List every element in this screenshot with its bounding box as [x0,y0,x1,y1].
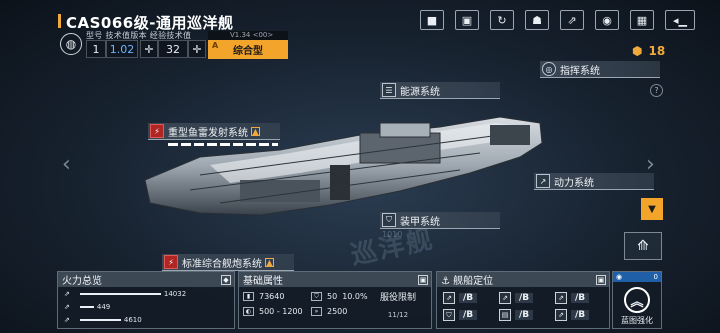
top-toolbar: ■ ▣ ↻ ☗ ⇗ ◉ ▦ ◂▁ [420,10,695,30]
ship-icon: ⚓ [441,276,454,287]
tech-version: 1.02 [106,40,138,58]
prev-arrow-icon[interactable]: ‹ [62,152,71,177]
position-cell: ⇗/B [443,292,499,304]
positioning-panel[interactable]: ⚓ 舰船定位 ▣ ⇗/B ⇗/B ⇗/B ⛉/B ▤/B ⇗/B [436,271,610,329]
attr-speed: » 2500 [311,307,377,316]
ship-type: 综合型 [233,46,263,57]
position-cell: ⇗/B [499,292,555,304]
role-icon: ▤ [499,309,511,321]
hp-icon: ▮ [243,292,254,301]
coin-icon: ⬢ [632,44,643,58]
weapon-icon: ⇗ [64,315,70,324]
expand-icon[interactable]: ▣ [418,274,428,285]
attr-shield: ⛉ 50 10.0% [311,292,377,301]
attr-hp: ▮ 73640 [243,292,311,301]
system-power[interactable]: ↗ 动力系统 [534,173,654,190]
external-link-icon[interactable]: ⇗ [560,10,584,30]
currency-value: 18 [648,44,666,58]
system-cannon[interactable]: ⚡ 标准综合舰炮系统 ▲ [162,254,294,271]
shield-icon: ⛉ [382,213,396,227]
model-number: 1 [86,40,106,58]
role-icon: ⛉ [443,309,455,321]
attributes-header: 基础属性 ▣ [239,272,431,287]
plus-icon[interactable]: ✛ [140,40,158,58]
ship-type-badge: A 综合型 [208,40,288,59]
command-icon: ◎ [542,62,556,76]
firepower-bar [79,305,94,308]
firepower-panel[interactable]: 火力总览 ◆ ⇗ 14032 ⇗ 449 ⇗ 4610 [57,271,235,329]
version-tag: V1.34 <00> [208,31,288,40]
positioning-header: ⚓ 舰船定位 ▣ [437,272,609,287]
system-command[interactable]: ◎ 指挥系统 [540,61,660,78]
back-icon[interactable]: ◂▁ [665,10,695,30]
speed-icon: » [311,307,322,316]
blueprint-counter: ◉ 0 [613,272,661,282]
firepower-row: ⇗ 14032 [64,289,187,298]
chevrons-up-icon: ︽ [624,287,650,313]
camera-icon[interactable]: ■ [420,10,444,30]
type-grade: A [212,41,219,50]
service-limit: 服役限制 11/12 [379,293,416,319]
fleet-rank-button[interactable]: ⟰ [624,232,662,260]
blueprint-enhance-button[interactable]: ◉ 0 ︽ 蓝图强化 [612,271,662,329]
position-cell: ▤/B [499,309,555,321]
ship-model[interactable] [140,95,550,255]
shield-icon: ⛉ [311,292,322,301]
position-cell: ⇗/B [555,309,611,321]
currency: ⬢ 18 [632,44,665,58]
role-icon: ⇗ [555,309,567,321]
blueprint-counter-icon: ◉ [616,273,623,281]
position-cell: ⛉/B [443,309,499,321]
help-icon[interactable]: ? [650,84,663,97]
exp-tech: 32 [158,40,188,58]
firepower-header: 火力总览 ◆ [58,272,234,287]
weapon-icon: ⇗ [64,302,70,311]
plus-icon[interactable]: ✛ [188,40,206,58]
system-armor[interactable]: ⛉ 装甲系统 [380,212,500,229]
robot-icon[interactable]: ☗ [525,10,549,30]
toggle-icon[interactable]: ◆ [221,274,231,285]
role-icon: ⇗ [443,292,455,304]
firepower-row: ⇗ 4610 [64,315,142,324]
position-cell: ⇗/B [555,292,611,304]
power-icon: ↗ [536,174,550,188]
cannon-icon: ⚡ [164,255,178,269]
role-icon: ⇗ [555,292,567,304]
chevron-up-icon: ▲ [251,126,260,136]
torpedo-level-bar [168,143,278,146]
attr-range: ◐ 500 - 1200 [243,307,311,316]
attributes-panel[interactable]: 基础属性 ▣ ▮ 73640 ⛉ 50 10.0% ◐ 500 - 1200 »… [238,271,432,329]
expand-icon[interactable]: ▣ [596,274,606,285]
torpedo-icon: ⚡ [150,124,164,138]
firepower-bar [79,318,121,321]
firepower-bar [79,292,161,295]
globe-icon: ◍ [60,33,82,55]
system-energy[interactable]: ☰ 能源系统 [380,82,500,99]
energy-icon: ☰ [382,83,396,97]
system-torpedo[interactable]: ⚡ 重型鱼雷发射系统 ▲ [148,123,280,140]
range-icon: ◐ [243,307,254,316]
grid-icon[interactable]: ▦ [630,10,654,30]
chevron-up-icon: ▲ [265,257,274,267]
view-icon[interactable]: ◉ [595,10,619,30]
watermark-number: 1010 [382,230,403,239]
weapon-icon: ⇗ [64,289,70,298]
role-icon: ⇗ [499,292,511,304]
firepower-row: ⇗ 449 [64,302,111,311]
positioning-grid: ⇗/B ⇗/B ⇗/B ⛉/B ▤/B ⇗/B [437,287,609,321]
image-icon[interactable]: ▣ [455,10,479,30]
refresh-icon[interactable]: ↻ [490,10,514,30]
expand-down-button[interactable]: ▼ [641,198,663,220]
